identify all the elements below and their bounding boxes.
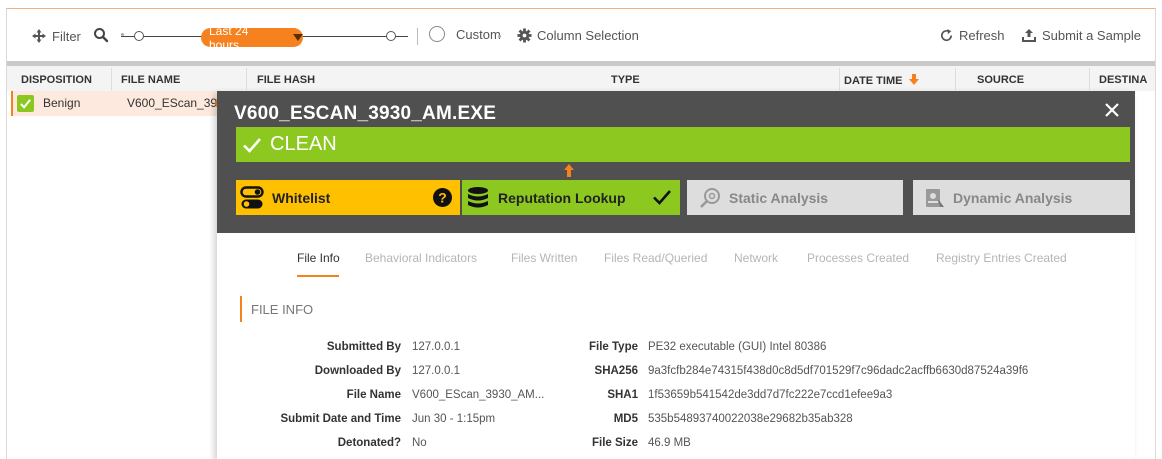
arrow-up-icon (564, 164, 574, 177)
time-range-dropdown[interactable]: Last 24 hours (201, 24, 303, 52)
verdict-label: CLEAN (270, 133, 337, 155)
row-disposition: Benign (43, 96, 81, 110)
info-key: Submit Date and Time (280, 413, 401, 425)
tab-network[interactable]: Network (734, 251, 778, 265)
column-divider (1089, 68, 1090, 90)
svg-text:?: ? (438, 190, 447, 206)
custom-radio[interactable] (429, 26, 445, 42)
column-header-file-hash[interactable]: FILE HASH (257, 74, 315, 86)
filter-label: Filter (52, 28, 81, 44)
column-header-file-name[interactable]: FILE NAME (121, 74, 180, 86)
gear-icon (517, 28, 532, 43)
submit-sample-label: Submit a Sample (1042, 28, 1141, 43)
document-icon (926, 188, 944, 207)
info-value: Jun 30 - 1:15pm (412, 413, 496, 425)
column-divider (839, 68, 840, 90)
column-selection-button[interactable]: Column Selection (517, 28, 639, 43)
slider-dot (121, 33, 124, 36)
magnifier-icon (700, 187, 720, 208)
sort-descending-icon[interactable] (908, 74, 919, 85)
toggle-icon (240, 185, 264, 208)
column-divider (246, 68, 247, 90)
submit-sample-button[interactable]: Submit a Sample (1021, 28, 1141, 43)
database-icon (468, 186, 488, 207)
column-header-date-time[interactable]: DATE TIME (844, 74, 919, 87)
step-static-analysis-label: Static Analysis (729, 189, 829, 206)
step-reputation-lookup-label: Reputation Lookup (498, 189, 626, 206)
slider-handle-left[interactable] (134, 31, 144, 41)
column-header-destination[interactable]: DESTINA (1099, 74, 1147, 86)
table-header: DISPOSITION FILE NAME FILE HASH TYPE DAT… (7, 61, 1155, 91)
step-whitelist[interactable]: Whitelist ? (236, 180, 460, 215)
info-value: PE32 executable (GUI) Intel 80386 (648, 341, 827, 353)
info-key: MD5 (613, 413, 638, 425)
step-whitelist-label: Whitelist (272, 189, 331, 206)
search-icon[interactable] (93, 27, 109, 43)
chevron-down-icon (293, 34, 303, 41)
column-selection-label: Column Selection (537, 28, 639, 43)
column-header-source[interactable]: SOURCE (977, 74, 1024, 86)
section-title: FILE INFO (240, 296, 313, 322)
verdict-bar: CLEAN (236, 127, 1130, 162)
file-detail-panel: V600_ESCAN_3930_AM.EXE CLEAN Whitelist ?… (217, 91, 1135, 459)
table-row[interactable]: Benign V600_EScan_393 (11, 91, 225, 116)
refresh-icon (941, 28, 953, 42)
info-value: 1f53659b541542de3dd7d7fc222e7ccd1efee9a3 (648, 389, 893, 401)
slider-handle-right[interactable] (386, 31, 396, 41)
info-value: V600_EScan_3930_AM... (412, 389, 545, 401)
info-key: File Name (346, 389, 401, 401)
tab-files-read-queried[interactable]: Files Read/Queried (604, 251, 707, 265)
panel-title: V600_ESCAN_3930_AM.EXE (234, 103, 497, 124)
info-value: 46.9 MB (648, 437, 691, 449)
tab-behavioral-indicators[interactable]: Behavioral Indicators (365, 251, 477, 265)
app-frame: Filter Last 24 hours Custom Column Selec… (6, 8, 1156, 459)
question-icon[interactable]: ? (433, 188, 452, 207)
refresh-label: Refresh (959, 28, 1005, 43)
check-icon (243, 137, 261, 153)
info-key: File Type (589, 341, 638, 353)
info-value: 127.0.0.1 (412, 341, 460, 353)
upload-icon (1022, 29, 1036, 42)
tab-file-info[interactable]: File Info (297, 251, 340, 265)
toolbar-divider (417, 28, 418, 45)
benign-check-icon (17, 95, 34, 112)
info-key: SHA1 (607, 389, 638, 401)
info-value: 127.0.0.1 (412, 365, 460, 377)
row-file-name: V600_EScan_393 (127, 96, 224, 110)
step-dynamic-analysis[interactable]: Dynamic Analysis (913, 180, 1130, 215)
info-key: Detonated? (337, 437, 401, 449)
tab-registry-entries-created[interactable]: Registry Entries Created (936, 251, 1067, 265)
column-divider (111, 68, 112, 90)
info-key: File Size (591, 437, 638, 449)
panel-header: V600_ESCAN_3930_AM.EXE CLEAN Whitelist ?… (217, 91, 1135, 233)
tab-processes-created[interactable]: Processes Created (807, 251, 909, 265)
custom-range-option[interactable]: Custom (429, 26, 501, 42)
toolbar: Filter Last 24 hours Custom Column Selec… (7, 9, 1155, 63)
custom-label: Custom (456, 26, 501, 42)
info-key: Submitted By (326, 341, 401, 353)
refresh-button[interactable]: Refresh (939, 28, 1005, 43)
step-static-analysis[interactable]: Static Analysis (687, 180, 903, 215)
column-header-disposition[interactable]: DISPOSITION (21, 74, 92, 86)
step-dynamic-analysis-label: Dynamic Analysis (953, 189, 1073, 206)
info-key: Downloaded By (314, 365, 401, 377)
close-icon[interactable] (1103, 101, 1121, 119)
tab-files-written[interactable]: Files Written (511, 251, 577, 265)
info-value: No (412, 437, 427, 449)
active-tab-indicator (297, 275, 339, 277)
info-value: 535b54893740022038e29682b35ab328 (648, 413, 853, 425)
analysis-steps: Whitelist ? Reputation Lookup Static Ana… (236, 180, 1130, 215)
separator-dot (498, 35, 501, 38)
check-icon (653, 190, 671, 205)
filter-icon (32, 29, 46, 43)
info-key: SHA256 (594, 365, 638, 377)
info-value: 9a3fcfb284e74315f438d0c8d5df701529f7c96d… (648, 365, 1029, 377)
column-divider (955, 68, 956, 90)
step-reputation-lookup[interactable]: Reputation Lookup (462, 180, 680, 215)
date-time-label: DATE TIME (844, 75, 903, 87)
time-range-value: Last 24 hours (209, 23, 249, 52)
column-header-type[interactable]: TYPE (611, 74, 640, 86)
filter-button[interactable]: Filter (31, 28, 81, 44)
